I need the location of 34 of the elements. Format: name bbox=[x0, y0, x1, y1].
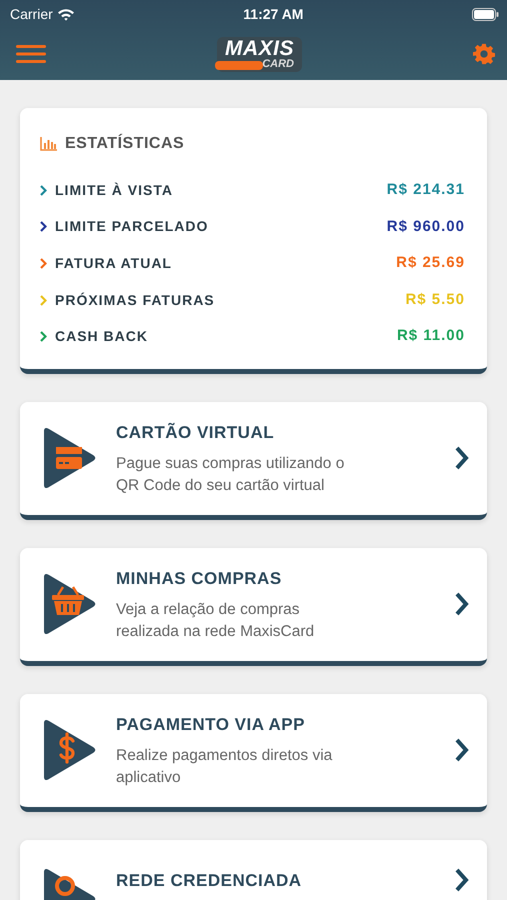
status-time: 11:27 AM bbox=[243, 4, 304, 24]
wifi-icon bbox=[56, 8, 75, 20]
menu-description: Pague suas compras utilizando o QR Code do seu cartão virtual bbox=[116, 454, 346, 496]
chevron-icon bbox=[455, 446, 469, 470]
menu-description: Veja a relação de compras realizada na rede MaxisCard bbox=[116, 600, 316, 642]
logo: MAXIS CARD bbox=[216, 36, 302, 72]
menu-card[interactable]: PAGAMENTO VIA APP Realize pagamentos diretos via aplicativo bbox=[20, 694, 487, 812]
menu-title: PAGAMENTO VIA APP bbox=[116, 714, 306, 736]
menu-icon[interactable] bbox=[16, 44, 46, 64]
battery-icon bbox=[472, 8, 499, 20]
bar-chart-icon bbox=[40, 137, 57, 151]
settings-icon[interactable] bbox=[472, 43, 495, 65]
stat-label: LIMITE À VISTA bbox=[55, 180, 174, 200]
stat-value: R$ 11.00 bbox=[396, 326, 465, 346]
menu-card[interactable]: MINHAS COMPRAS Veja a relação de compras realizada na rede MaxisCard bbox=[20, 548, 487, 666]
menu-title: MINHAS COMPRAS bbox=[116, 568, 283, 590]
section-title: ESTATÍSTICAS bbox=[65, 132, 184, 154]
menu-title: CARTÃO VIRTUAL bbox=[116, 422, 276, 444]
stat-value: R$ 960.00 bbox=[386, 216, 465, 237]
stat-value: R$ 214.31 bbox=[386, 180, 465, 200]
menu-title: REDE CREDENCIADA bbox=[116, 870, 303, 892]
stat-label: FATURA ATUAL bbox=[55, 254, 173, 273]
chevron-icon bbox=[455, 738, 469, 762]
stat-label: CASH BACK bbox=[55, 327, 149, 346]
carrier-name: Carrier bbox=[10, 4, 53, 24]
menu-description: Realize pagamentos diretos via aplicativo bbox=[116, 746, 334, 788]
menu-card[interactable]: CARTÃO VIRTUAL Pague suas compras utilizando o QR Code do seu cartão virtual bbox=[20, 402, 487, 520]
stat-value: R$ 25.69 bbox=[396, 253, 465, 274]
stat-value: R$ 5.50 bbox=[405, 290, 465, 310]
menu-card[interactable]: REDE CREDENCIADA bbox=[20, 840, 487, 900]
chevron-icon bbox=[455, 868, 469, 892]
stat-label: PRÓXIMAS FATURAS bbox=[55, 290, 216, 310]
stat-label: LIMITE PARCELADO bbox=[55, 217, 210, 236]
chevron-icon bbox=[455, 592, 469, 616]
